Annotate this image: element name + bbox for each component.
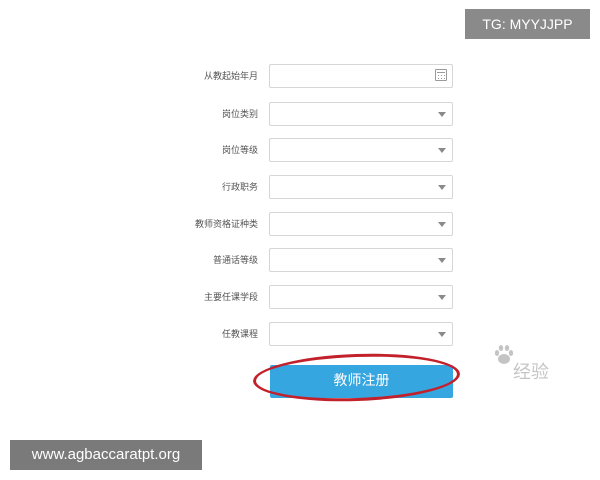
form-row-teacher-certificate-type: 教师资格证种类 — [0, 212, 600, 238]
teacher-certificate-type-select[interactable] — [269, 212, 453, 236]
tg-watermark: TG: MYYJJPP — [465, 9, 590, 39]
field-label: 岗位类别 — [221, 110, 258, 120]
administrative-post-select[interactable] — [269, 175, 453, 199]
field-label: 普通话等级 — [212, 256, 258, 266]
site-watermark: www.agbaccaratpt.org — [10, 440, 202, 470]
baidu-jingyan-watermark: 经验 — [463, 344, 573, 384]
chevron-down-icon — [438, 222, 446, 227]
chevron-down-icon — [438, 295, 446, 300]
field-label: 行政职务 — [221, 183, 258, 193]
teaching-start-date-input[interactable] — [269, 64, 453, 88]
chevron-down-icon — [438, 332, 446, 337]
form-row-administrative-post: 行政职务 — [0, 175, 600, 201]
position-category-select[interactable] — [269, 102, 453, 126]
teacher-registration-form: 从教起始年月 岗位类别 岗位等级 行政职务 教师资格证种类 普通话等级 主要任课… — [0, 0, 600, 480]
field-label: 任教课程 — [221, 330, 258, 340]
chevron-down-icon — [438, 112, 446, 117]
chevron-down-icon — [438, 185, 446, 190]
calendar-icon[interactable] — [435, 69, 447, 81]
mandarin-level-select[interactable] — [269, 248, 453, 272]
watermark-text: 经验 — [513, 362, 549, 383]
position-level-select[interactable] — [269, 138, 453, 162]
main-teaching-stage-select[interactable] — [269, 285, 453, 309]
form-row-position-level: 岗位等级 — [0, 138, 600, 164]
teaching-course-select[interactable] — [269, 322, 453, 346]
form-row-position-category: 岗位类别 — [0, 102, 600, 128]
chevron-down-icon — [438, 258, 446, 263]
field-label: 主要任课学段 — [203, 293, 258, 303]
field-label: 岗位等级 — [221, 146, 258, 156]
field-label: 教师资格证种类 — [194, 220, 258, 230]
field-label: 从教起始年月 — [203, 72, 258, 82]
form-row-mandarin-level: 普通话等级 — [0, 248, 600, 274]
paw-icon — [494, 345, 514, 364]
form-row-main-teaching-stage: 主要任课学段 — [0, 285, 600, 311]
chevron-down-icon — [438, 148, 446, 153]
form-row-teaching-start-date: 从教起始年月 — [0, 64, 600, 90]
